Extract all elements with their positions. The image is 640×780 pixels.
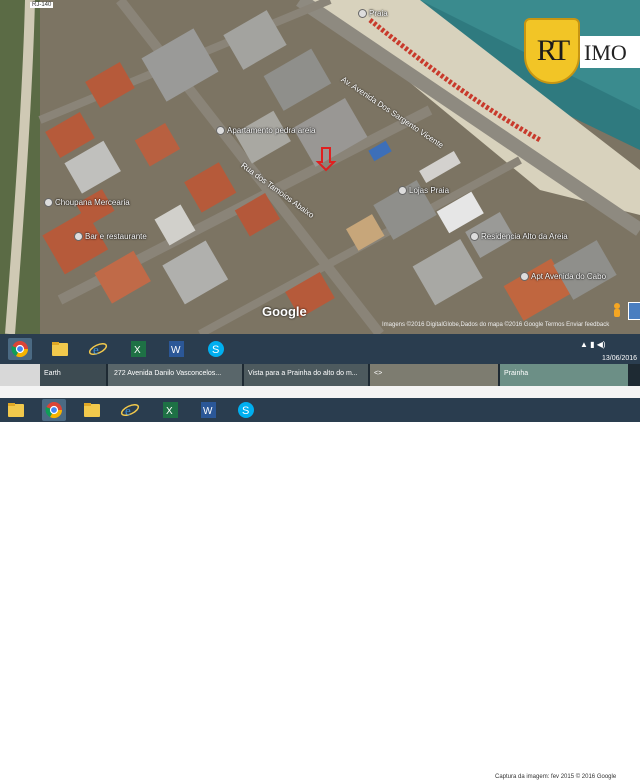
poi-marker-icon: [74, 232, 83, 242]
strip-thumb-4[interactable]: <>: [370, 364, 498, 386]
earth-photo-strip: Earth 272 Avenida Danilo Vasconcelos... …: [0, 364, 640, 386]
poi-marker-icon: [44, 198, 53, 208]
skype-icon[interactable]: S: [234, 399, 258, 421]
map-label-text: Bar e restaurante: [85, 232, 147, 241]
map-label-text: Residencia Alto da Areia: [481, 232, 568, 241]
satellite-map[interactable]: Praia Apartamento pedra areia Lojas Prai…: [0, 0, 640, 334]
internet-explorer-icon[interactable]: e: [118, 399, 142, 421]
folder-icon[interactable]: [80, 399, 104, 421]
logo-suffix: IMO: [584, 40, 627, 65]
poi-marker-icon: [398, 186, 407, 196]
system-tray[interactable]: ▲ ▮ ◀): [580, 340, 606, 349]
strip-caption: Prainha: [504, 370, 529, 377]
folder-icon[interactable]: [48, 338, 72, 360]
windows-taskbar-secondary: e X W S: [0, 398, 640, 422]
chrome-icon[interactable]: [8, 338, 32, 360]
strip-thumb-5[interactable]: Prainha: [500, 364, 628, 386]
satellite-toggle[interactable]: [628, 302, 640, 320]
internet-explorer-icon[interactable]: e: [86, 338, 110, 360]
svg-text:W: W: [203, 406, 213, 417]
folder-icon[interactable]: [4, 399, 28, 421]
map-label-text: Apt Avenida do Cabo: [531, 272, 607, 281]
map-label-text: Apartamento pedra areia: [227, 126, 316, 135]
svg-text:X: X: [134, 345, 141, 356]
excel-icon[interactable]: X: [158, 399, 182, 421]
strip-thumb-1[interactable]: Earth: [40, 364, 106, 386]
poi-marker-icon: [216, 126, 225, 136]
svg-text:S: S: [212, 344, 219, 356]
map-label-bar[interactable]: Bar e restaurante: [74, 232, 147, 242]
google-logo: Google: [262, 304, 307, 319]
logo-monogram: RT: [536, 34, 571, 67]
svg-text:e: e: [125, 403, 131, 418]
strip-caption: <>: [374, 370, 383, 377]
word-icon[interactable]: W: [196, 399, 220, 421]
svg-text:X: X: [166, 406, 173, 417]
poi-marker-icon: [358, 9, 367, 19]
map-label-apt-avenida[interactable]: Apt Avenida do Cabo: [520, 272, 607, 282]
map-label-lojas[interactable]: Lojas Praia: [398, 186, 450, 196]
earth-status-bar: Captura da imagem: fev 2015 © 2016 Googl…: [0, 386, 640, 780]
poi-marker-icon: [520, 272, 529, 282]
strip-thumb-2[interactable]: 272 Avenida Danilo Vasconcelos...: [108, 364, 242, 386]
strip-thumb-3[interactable]: Vista para a Prainha do alto do m...: [244, 364, 368, 386]
svg-text:e: e: [93, 342, 99, 357]
capture-date: Captura da imagem: fev 2015 © 2016 Googl…: [495, 774, 617, 780]
map-label-residencia[interactable]: Residencia Alto da Areia: [470, 232, 568, 242]
svg-text:W: W: [171, 345, 181, 356]
map-label-apartamento[interactable]: Apartamento pedra areia: [216, 126, 316, 136]
word-icon[interactable]: W: [164, 338, 188, 360]
svg-text:S: S: [242, 405, 249, 417]
map-label-text: Praia: [369, 9, 388, 18]
strip-caption: Vista para a Prainha do alto do m...: [248, 370, 358, 377]
skype-icon[interactable]: S: [204, 338, 228, 360]
strip-caption: Earth: [44, 370, 61, 377]
chrome-icon[interactable]: [42, 399, 66, 421]
map-label-text: Choupana Mercearia: [55, 198, 130, 207]
highway-shield: RJ-140: [30, 2, 54, 8]
map-label-praia[interactable]: Praia: [358, 9, 388, 19]
map-label-text: Lojas Praia: [409, 186, 450, 195]
windows-taskbar: e X W S ▲ ▮ ◀): [0, 334, 640, 364]
strip-caption: 272 Avenida Danilo Vasconcelos...: [114, 370, 222, 377]
rt-imoveis-logo: RT IMO: [524, 18, 640, 88]
taskbar-date[interactable]: 13/06/2016: [602, 355, 637, 362]
strip-thumb-earth[interactable]: [0, 364, 40, 386]
pegman-icon[interactable]: [610, 302, 624, 320]
map-attribution[interactable]: Imagens ©2016 DigitalGlobe,Dados do mapa…: [382, 322, 609, 328]
poi-marker-icon: [470, 232, 479, 242]
excel-icon[interactable]: X: [126, 338, 150, 360]
map-label-choupana[interactable]: Choupana Mercearia: [44, 198, 130, 208]
